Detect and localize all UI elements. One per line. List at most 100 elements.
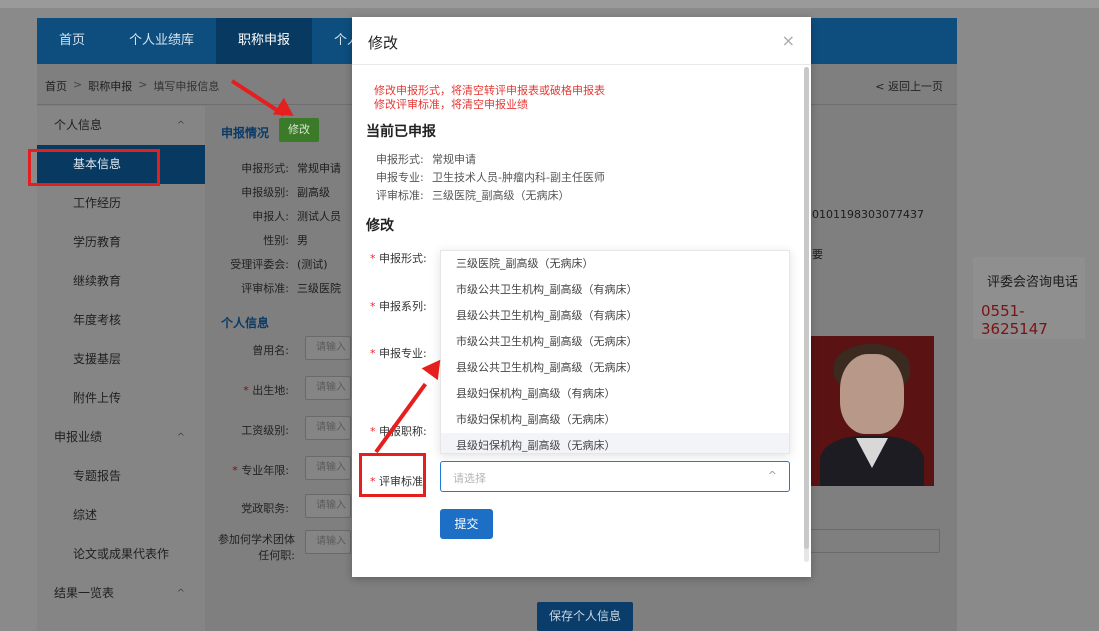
nav-item-performance[interactable]: 个人业绩库 xyxy=(107,18,216,64)
field-value: (测试) xyxy=(297,258,328,271)
sidebar-group-personal-info[interactable]: 个人信息 ^ xyxy=(37,106,205,145)
field-label: 出生地: xyxy=(252,384,289,397)
current-value: 卫生技术人员-肿瘤内科-副主任医师 xyxy=(432,171,605,184)
sidebar-item-attachments[interactable]: 附件上传 xyxy=(37,379,205,418)
sidebar-item-education[interactable]: 学历教育 xyxy=(37,223,205,262)
annotation-box-review-standard xyxy=(359,453,426,497)
edit-heading: 修改 xyxy=(366,218,394,234)
dropdown-option[interactable]: 三级医院_副高级（无病床） xyxy=(441,251,789,277)
field-row: 评审标准: 三级医院 xyxy=(207,280,341,296)
consult-phone: 0551-3625147 xyxy=(981,302,1048,338)
sidebar-group-label: 结果一览表 xyxy=(54,586,115,600)
avatar xyxy=(810,336,934,486)
field-label: 专业年限: xyxy=(241,464,289,477)
dropdown-option[interactable]: 市级公共卫生机构_副高级（无病床） xyxy=(441,329,789,355)
save-personal-info-button[interactable]: 保存个人信息 xyxy=(537,602,633,631)
field-row: 申报人: 测试人员 xyxy=(207,208,341,224)
sidebar-item-work-history[interactable]: 工作经历 xyxy=(37,184,205,223)
current-value: 常规申请 xyxy=(432,153,476,166)
current-row: 评审标准: 三级医院_副高级（无病床） xyxy=(376,187,570,203)
former-name-input[interactable]: 请输入 xyxy=(305,336,351,360)
avatar-face xyxy=(840,354,904,434)
annotation-box-basic-info xyxy=(28,149,160,186)
birthplace-input[interactable]: 请输入 xyxy=(305,376,351,400)
sidebar-item-continuing-education[interactable]: 继续教育 xyxy=(37,262,205,301)
review-standard-dropdown: 三级医院_副高级（无病床） 市级公共卫生机构_副高级（有病床） 县级公共卫生机构… xyxy=(440,250,790,454)
section-title-application: 申报情况 xyxy=(221,126,270,140)
field-row: 申报形式: 常规申请 xyxy=(207,160,341,176)
dropdown-option[interactable]: 县级妇保机构_副高级（有病床） xyxy=(441,381,789,407)
dropdown-option[interactable]: 市级公共卫生机构_副高级（有病床） xyxy=(441,277,789,303)
field-label: 评审标准: xyxy=(241,282,289,295)
breadcrumb-separator: > xyxy=(138,78,148,91)
field-row: 曾用名: xyxy=(207,342,297,358)
field-label: 工资级别: xyxy=(241,424,289,437)
current-row: 申报形式: 常规申请 xyxy=(376,151,476,167)
professional-years-input[interactable]: 请输入 xyxy=(305,456,351,480)
breadcrumb-home[interactable]: 首页 xyxy=(45,78,67,94)
form-label-title: * 申报职称: xyxy=(370,425,427,438)
current-heading: 当前已申报 xyxy=(366,124,436,140)
window-top-strip xyxy=(0,0,1099,8)
sidebar-item-papers[interactable]: 论文或成果代表作 xyxy=(37,535,205,574)
sidebar-group-label: 个人信息 xyxy=(54,118,103,132)
dropdown-option[interactable]: 县级公共卫生机构_副高级（有病床） xyxy=(441,303,789,329)
field-row: 党政职务: xyxy=(207,500,297,516)
field-value: 男 xyxy=(297,234,308,247)
field-label: 参加何学术团体任何职: xyxy=(218,533,295,562)
dropdown-option[interactable]: 县级妇保机构_副高级（无病床） xyxy=(441,433,789,453)
consult-panel: 评委会咨询电话 0551-3625147 xyxy=(973,257,1085,339)
field-row: 参加何学术团体任何职: xyxy=(217,532,307,564)
current-value: 三级医院_副高级（无病床） xyxy=(432,189,570,202)
breadcrumb-current: 填写申报信息 xyxy=(153,80,220,93)
consult-title: 评委会咨询电话 xyxy=(987,275,1079,290)
current-label: 评审标准: xyxy=(376,189,424,202)
form-label-series: * 申报系列: xyxy=(370,300,427,313)
academic-group-input[interactable]: 请输入 xyxy=(305,530,351,554)
dropdown-option[interactable]: 县级公共卫生机构_副高级（无病床） xyxy=(441,355,789,381)
field-row: 性别: 男 xyxy=(207,232,308,248)
dropdown-option[interactable]: 市级妇保机构_副高级（无病床） xyxy=(441,407,789,433)
breadcrumb-separator: > xyxy=(73,78,83,91)
id-number-value: 0101198303077437 xyxy=(812,208,924,221)
salary-level-input[interactable]: 请输入 xyxy=(305,416,351,440)
requirement-value: 要 xyxy=(812,248,823,261)
sidebar-group-performance[interactable]: 申报业绩 ^ xyxy=(37,418,205,457)
field-label: 申报级别: xyxy=(241,186,289,199)
chevron-up-icon: ^ xyxy=(176,120,185,131)
sidebar-item-review[interactable]: 综述 xyxy=(37,496,205,535)
modal-scrollbar[interactable] xyxy=(804,67,809,562)
sidebar-item-grassroots-support[interactable]: 支援基层 xyxy=(37,340,205,379)
chevron-up-icon: ^ xyxy=(176,432,185,443)
field-label: 党政职务: xyxy=(241,502,289,515)
section-title-personal: 个人信息 xyxy=(221,316,270,330)
field-value: 三级医院 xyxy=(297,282,341,295)
current-label: 申报形式: xyxy=(376,153,424,166)
chevron-up-icon: ^ xyxy=(176,588,185,599)
review-standard-select[interactable]: 请选择 ^ xyxy=(440,461,790,492)
party-position-input[interactable]: 请输入 xyxy=(305,494,351,518)
nav-item-home[interactable]: 首页 xyxy=(37,18,107,64)
academic-group-input-extension[interactable] xyxy=(810,529,940,553)
modal-title: 修改 xyxy=(368,34,399,52)
sidebar-item-annual-review[interactable]: 年度考核 xyxy=(37,301,205,340)
submit-button[interactable]: 提交 xyxy=(440,509,493,539)
field-row: 工资级别: xyxy=(207,422,297,438)
breadcrumb: 首页 > 职称申报 > 填写申报信息 xyxy=(45,78,219,94)
nav-item-title-application[interactable]: 职称申报 xyxy=(216,18,313,64)
form-label-specialty: * 申报专业: xyxy=(370,347,427,360)
close-icon[interactable]: × xyxy=(782,31,795,50)
sidebar-group-results[interactable]: 结果一览表 ^ xyxy=(37,574,205,613)
breadcrumb-section[interactable]: 职称申报 xyxy=(88,78,132,94)
field-label: 申报形式: xyxy=(241,162,289,175)
sidebar-item-topic-report[interactable]: 专题报告 xyxy=(37,457,205,496)
field-label: 受理评委会: xyxy=(230,258,289,271)
select-placeholder: 请选择 xyxy=(453,472,486,485)
scrollbar-thumb[interactable] xyxy=(804,67,809,549)
field-label: 申报人: xyxy=(252,210,289,223)
sidebar-group-label: 申报业绩 xyxy=(54,430,103,444)
field-row: 申报级别: 副高级 xyxy=(207,184,330,200)
field-value: 测试人员 xyxy=(297,210,341,223)
current-label: 申报专业: xyxy=(376,171,424,184)
back-link[interactable]: < 返回上一页 xyxy=(875,78,943,94)
